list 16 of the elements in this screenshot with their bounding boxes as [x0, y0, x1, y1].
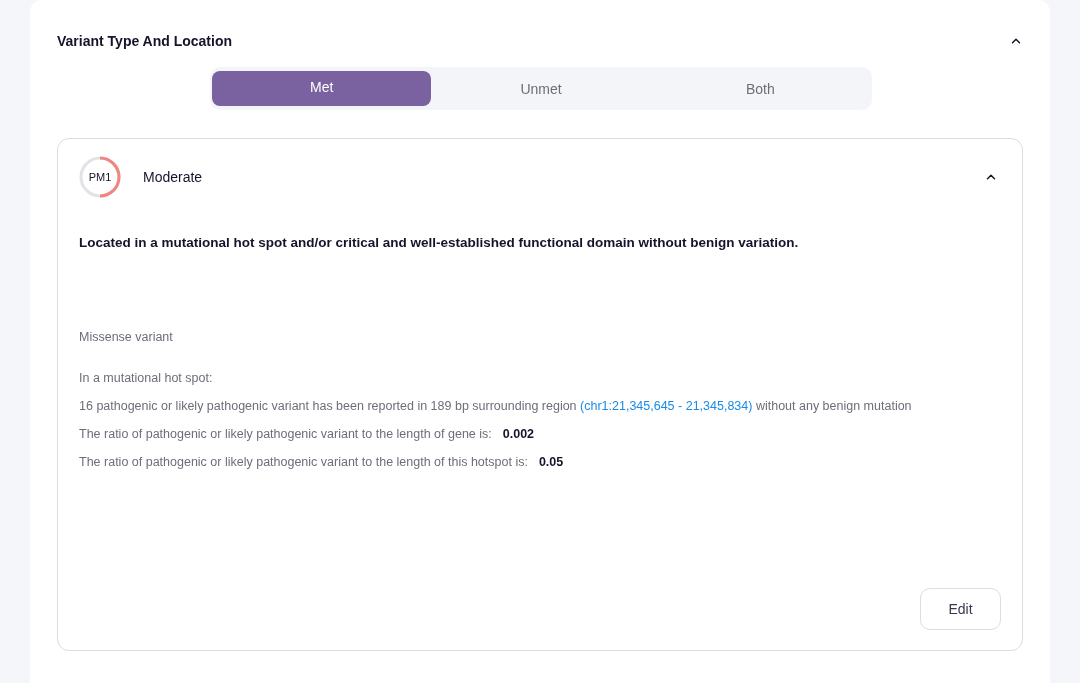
filter-tab[interactable]: Unmet [431, 71, 651, 106]
ratio-label: The ratio of pathogenic or likely pathogenic variant to the length of this hotspot is: [79, 454, 528, 471]
hotspot-heading: In a mutational hot spot: [79, 370, 214, 387]
strength-label: Moderate [143, 169, 203, 185]
ratio-label: The ratio of pathogenic or likely pathogenic variant to the length of gene is: [79, 426, 492, 443]
hotspot-summary: 16 pathogenic or likely pathogenic variant has been reported in 189 bp surrounding region (chr1:21,345,645 - 21,345,834) without any benign mutation [79, 398, 913, 415]
criterion-description: Located in a mutational hot spot and/or critical and well-established functional domain without benign variation. [79, 234, 800, 252]
ratio-value: 0.05 [538, 454, 564, 471]
ratio-value: 0.002 [502, 426, 535, 443]
region-link[interactable]: (chr1:21,345,645 - 21,345,834) [580, 399, 753, 413]
filter-tab[interactable]: Met [212, 71, 432, 106]
criterion-code: PM1 [88, 171, 112, 183]
filter-tab[interactable]: Both [650, 71, 870, 106]
variant-type-label: Missense variant [79, 329, 174, 346]
edit-button[interactable]: Edit [920, 588, 1001, 630]
section-title: Variant Type And Location [57, 33, 233, 49]
